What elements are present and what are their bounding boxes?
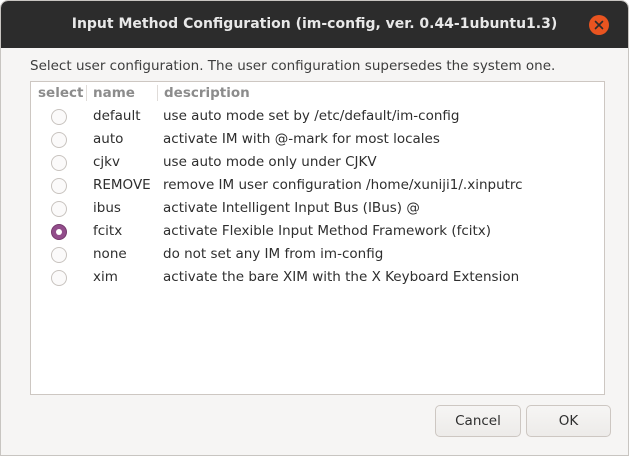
instruction-text: Select user configuration. The user conf…	[30, 58, 556, 74]
row-name: xim	[93, 269, 118, 285]
radio-button[interactable]	[51, 109, 67, 125]
row-description: activate the bare XIM with the X Keyboar…	[163, 269, 520, 285]
list-header: select name description	[31, 82, 604, 104]
row-description: activate IM with @-mark for most locales	[163, 131, 440, 147]
row-description: do not set any IM from im-config	[163, 246, 384, 262]
row-name: cjkv	[93, 154, 120, 170]
row-name: REMOVE	[93, 177, 151, 193]
column-header-description[interactable]: description	[164, 85, 250, 101]
row-description: use auto mode set by /etc/default/im-con…	[163, 108, 460, 124]
cancel-button[interactable]: Cancel	[435, 405, 521, 437]
close-button[interactable]	[589, 15, 609, 35]
list-row-ibus[interactable]: ibus activate Intelligent Input Bus (IBu…	[31, 198, 604, 221]
radio-button-selected[interactable]	[51, 224, 67, 240]
row-name: auto	[93, 131, 124, 147]
radio-button[interactable]	[51, 178, 67, 194]
column-separator	[86, 85, 87, 101]
row-description: remove IM user configuration /home/xunij…	[163, 177, 523, 193]
radio-button[interactable]	[51, 201, 67, 217]
close-icon	[594, 20, 604, 30]
radio-button[interactable]	[51, 132, 67, 148]
list-row-cjkv[interactable]: cjkv use auto mode only under CJKV	[31, 152, 604, 175]
row-name: none	[93, 246, 127, 262]
list-row-none[interactable]: none do not set any IM from im-config	[31, 244, 604, 267]
list-row-fcitx[interactable]: fcitx activate Flexible Input Method Fra…	[31, 221, 604, 244]
column-header-select[interactable]: select	[38, 85, 83, 101]
row-name: default	[93, 108, 141, 124]
list-row-remove[interactable]: REMOVE remove IM user configuration /hom…	[31, 175, 604, 198]
radio-button[interactable]	[51, 247, 67, 263]
row-name: fcitx	[93, 223, 123, 239]
title-bar[interactable]: Input Method Configuration (im-config, v…	[1, 1, 628, 48]
row-name: ibus	[93, 200, 121, 216]
list-row-default[interactable]: default use auto mode set by /etc/defaul…	[31, 106, 604, 129]
list-row-auto[interactable]: auto activate IM with @-mark for most lo…	[31, 129, 604, 152]
configuration-list: select name description default use auto…	[30, 81, 605, 395]
column-header-name[interactable]: name	[93, 85, 135, 101]
row-description: activate Intelligent Input Bus (IBus) @	[163, 200, 420, 216]
list-row-xim[interactable]: xim activate the bare XIM with the X Key…	[31, 267, 604, 290]
radio-button[interactable]	[51, 155, 67, 171]
window-title: Input Method Configuration (im-config, v…	[71, 16, 558, 32]
column-separator	[157, 85, 158, 101]
ok-button[interactable]: OK	[526, 405, 611, 437]
radio-button[interactable]	[51, 270, 67, 286]
row-description: activate Flexible Input Method Framework…	[163, 223, 492, 239]
dialog-window: Input Method Configuration (im-config, v…	[0, 0, 629, 456]
row-description: use auto mode only under CJKV	[163, 154, 377, 170]
